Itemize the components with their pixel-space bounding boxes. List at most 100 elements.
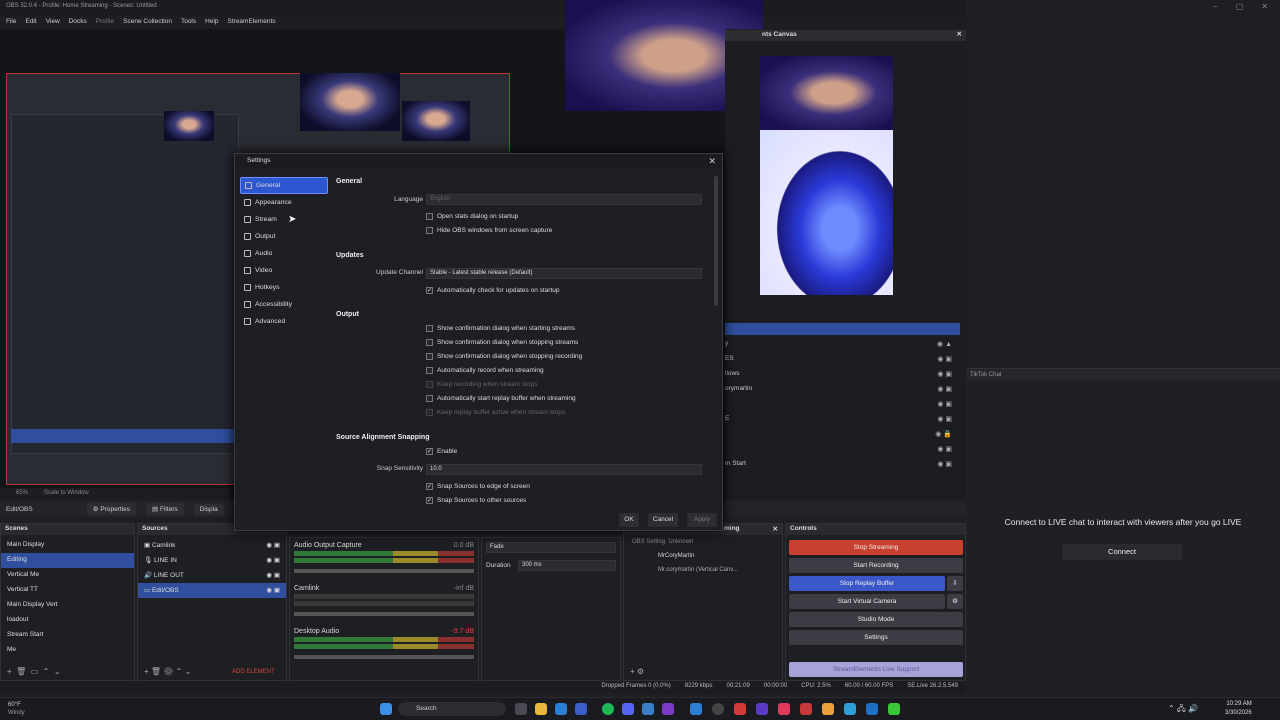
- eye-icon[interactable]: ◉ ▣: [937, 445, 960, 453]
- eye-icon[interactable]: ◉ ▣: [266, 541, 280, 549]
- auto-record-checkbox[interactable]: Automatically record when streaming: [426, 367, 544, 374]
- open-stats-checkbox[interactable]: Open stats dialog on startup: [426, 213, 518, 220]
- snap-other-checkbox[interactable]: ✓ Snap Sources to other sources: [426, 497, 526, 504]
- windows-start-icon[interactable]: [380, 703, 392, 715]
- eye-icon[interactable]: ◉ ▣: [266, 586, 280, 594]
- close-icon[interactable]: ✕: [708, 156, 716, 167]
- scale-mode[interactable]: Scale to Window: [44, 490, 89, 498]
- properties-button[interactable]: ⚙ Properties: [86, 503, 136, 515]
- scene-item[interactable]: loadout: [1, 613, 134, 628]
- menu-scene-collection[interactable]: Scene Collection: [123, 18, 172, 27]
- maximize-icon[interactable]: ▢: [1236, 2, 1244, 11]
- menu-edit[interactable]: Edit: [25, 18, 36, 27]
- app-icon[interactable]: [888, 703, 900, 715]
- live-support-button[interactable]: StreamElements Live Support: [789, 662, 963, 677]
- source-item[interactable]: 🔊 LINE OUT ◉ ▣: [138, 568, 286, 583]
- menu-tools[interactable]: Tools: [181, 18, 196, 27]
- file-explorer-icon[interactable]: [535, 703, 547, 715]
- cancel-button[interactable]: Cancel: [648, 513, 678, 527]
- nav-video[interactable]: Video: [240, 262, 328, 279]
- nav-hotkeys[interactable]: Hotkeys: [240, 279, 328, 296]
- list-item[interactable]: y ◉ ▲: [725, 337, 960, 352]
- menu-help[interactable]: Help: [205, 18, 218, 27]
- transition-select[interactable]: Fade: [486, 542, 616, 553]
- zoom-level[interactable]: 65%: [16, 490, 28, 498]
- source-toolbar-buttons[interactable]: + 🗑 ⚙ ⌃ ⌄: [144, 667, 191, 676]
- account-item[interactable]: Mr.corymartin (Vertical Canv...: [624, 563, 782, 577]
- nav-accessibility[interactable]: Accessibility: [240, 296, 328, 313]
- stop-streaming-button[interactable]: Stop Streaming: [789, 540, 963, 555]
- save-replay-icon[interactable]: ⇩: [947, 576, 963, 591]
- confirm-stop-recording-checkbox[interactable]: Show confirmation dialog when stopping r…: [426, 353, 582, 360]
- list-item[interactable]: ES ◉ ▣: [725, 352, 960, 367]
- source-item[interactable]: 🎙 LINE IN ◉ ▣: [138, 553, 286, 568]
- eye-icon[interactable]: ◉ ▣: [937, 415, 960, 423]
- steam-icon[interactable]: [642, 703, 654, 715]
- app-icon[interactable]: [662, 703, 674, 715]
- close-icon[interactable]: ✕: [1261, 2, 1268, 11]
- list-item[interactable]: m Start ◉ ▣: [725, 457, 960, 472]
- snap-sensitivity-input[interactable]: 10.0: [426, 464, 702, 475]
- add-element-button[interactable]: ADD ELEMENT: [232, 669, 275, 675]
- account-item[interactable]: MrCoryMartin: [624, 549, 782, 563]
- stop-replay-buffer-button[interactable]: Stop Replay Buffer: [789, 576, 945, 591]
- snap-edge-checkbox[interactable]: ✓ Snap Sources to edge of screen: [426, 483, 530, 490]
- app-icon[interactable]: [734, 703, 746, 715]
- volume-slider[interactable]: [294, 569, 474, 573]
- app-icon[interactable]: [866, 703, 878, 715]
- scene-item[interactable]: Main Display: [1, 538, 134, 553]
- duration-input[interactable]: 300 ms: [518, 560, 616, 571]
- menu-streamelements[interactable]: StreamElements: [228, 18, 276, 27]
- scene-item[interactable]: Vertical TT: [1, 583, 134, 598]
- volume-slider[interactable]: [294, 612, 474, 616]
- plus-icon[interactable]: + ⚙: [630, 667, 644, 676]
- eye-icon[interactable]: ◉ ▣: [937, 460, 960, 468]
- app-icon[interactable]: [844, 703, 856, 715]
- confirm-stop-checkbox[interactable]: Show confirmation dialog when stopping s…: [426, 339, 578, 346]
- app-icon[interactable]: [800, 703, 812, 715]
- scene-item[interactable]: Me: [1, 643, 134, 658]
- confirm-start-checkbox[interactable]: Show confirmation dialog when starting s…: [426, 325, 575, 332]
- filters-button[interactable]: ▤ Filters: [146, 503, 184, 515]
- source-item[interactable]: ▣ Camlink ◉ ▣: [138, 538, 286, 553]
- scene-item[interactable]: Stream Start: [1, 628, 134, 643]
- nav-output[interactable]: Output: [240, 228, 328, 245]
- settings-scrollbar[interactable]: [714, 176, 718, 306]
- weather-widget[interactable]: 60°F Windy: [8, 701, 25, 717]
- list-item[interactable]: llows ◉ ▣: [725, 367, 960, 382]
- source-item[interactable]: ▭ Edit/OBS ◉ ▣: [138, 583, 286, 598]
- nav-stream[interactable]: Stream: [240, 211, 328, 228]
- start-recording-button[interactable]: Start Recording: [789, 558, 963, 573]
- eye-icon[interactable]: ◉ ▣: [266, 556, 280, 564]
- obs-icon[interactable]: [712, 703, 724, 715]
- start-virtual-camera-button[interactable]: Start Virtual Camera: [789, 594, 945, 609]
- eye-icon[interactable]: ◉ ▣: [937, 355, 960, 363]
- menu-profile[interactable]: Profile: [96, 18, 114, 27]
- eye-icon[interactable]: ◉ ▣: [937, 385, 960, 393]
- connect-button[interactable]: Connect: [1062, 544, 1182, 560]
- scene-item[interactable]: Editing: [1, 553, 134, 568]
- nav-general[interactable]: General: [240, 177, 328, 194]
- scene-item[interactable]: Vertical Me: [1, 568, 134, 583]
- taskbar-search[interactable]: Search: [398, 702, 506, 716]
- app-icon[interactable]: [756, 703, 768, 715]
- list-item[interactable]: orymartin ◉ ▣: [725, 382, 960, 397]
- studio-mode-button[interactable]: Studio Mode: [789, 612, 963, 627]
- list-item[interactable]: ◉ 🔒: [725, 427, 960, 442]
- nav-audio[interactable]: Audio: [240, 245, 328, 262]
- scene-toolbar[interactable]: + 🗑 ▭ ⌃ ⌄: [7, 667, 61, 676]
- settings-button[interactable]: Settings: [789, 630, 963, 645]
- spotify-icon[interactable]: [602, 703, 614, 715]
- clock[interactable]: 10:29 AM 3/30/2026: [1225, 700, 1252, 718]
- list-item[interactable]: ◉ ▣: [725, 442, 960, 457]
- nav-appearance[interactable]: Appearance: [240, 194, 328, 211]
- menu-view[interactable]: View: [46, 18, 60, 27]
- auto-update-checkbox[interactable]: ✓ Automatically check for updates on star…: [426, 287, 559, 294]
- eye-icon[interactable]: ◉ ▣: [266, 571, 280, 579]
- ok-button[interactable]: OK: [619, 513, 639, 527]
- scene-item[interactable]: Main Display Vert: [1, 598, 134, 613]
- snapping-enable-checkbox[interactable]: ✓ Enable: [426, 448, 457, 455]
- task-view-icon[interactable]: [515, 703, 527, 715]
- close-icon[interactable]: ✕: [957, 30, 962, 38]
- close-icon[interactable]: ✕: [773, 525, 778, 533]
